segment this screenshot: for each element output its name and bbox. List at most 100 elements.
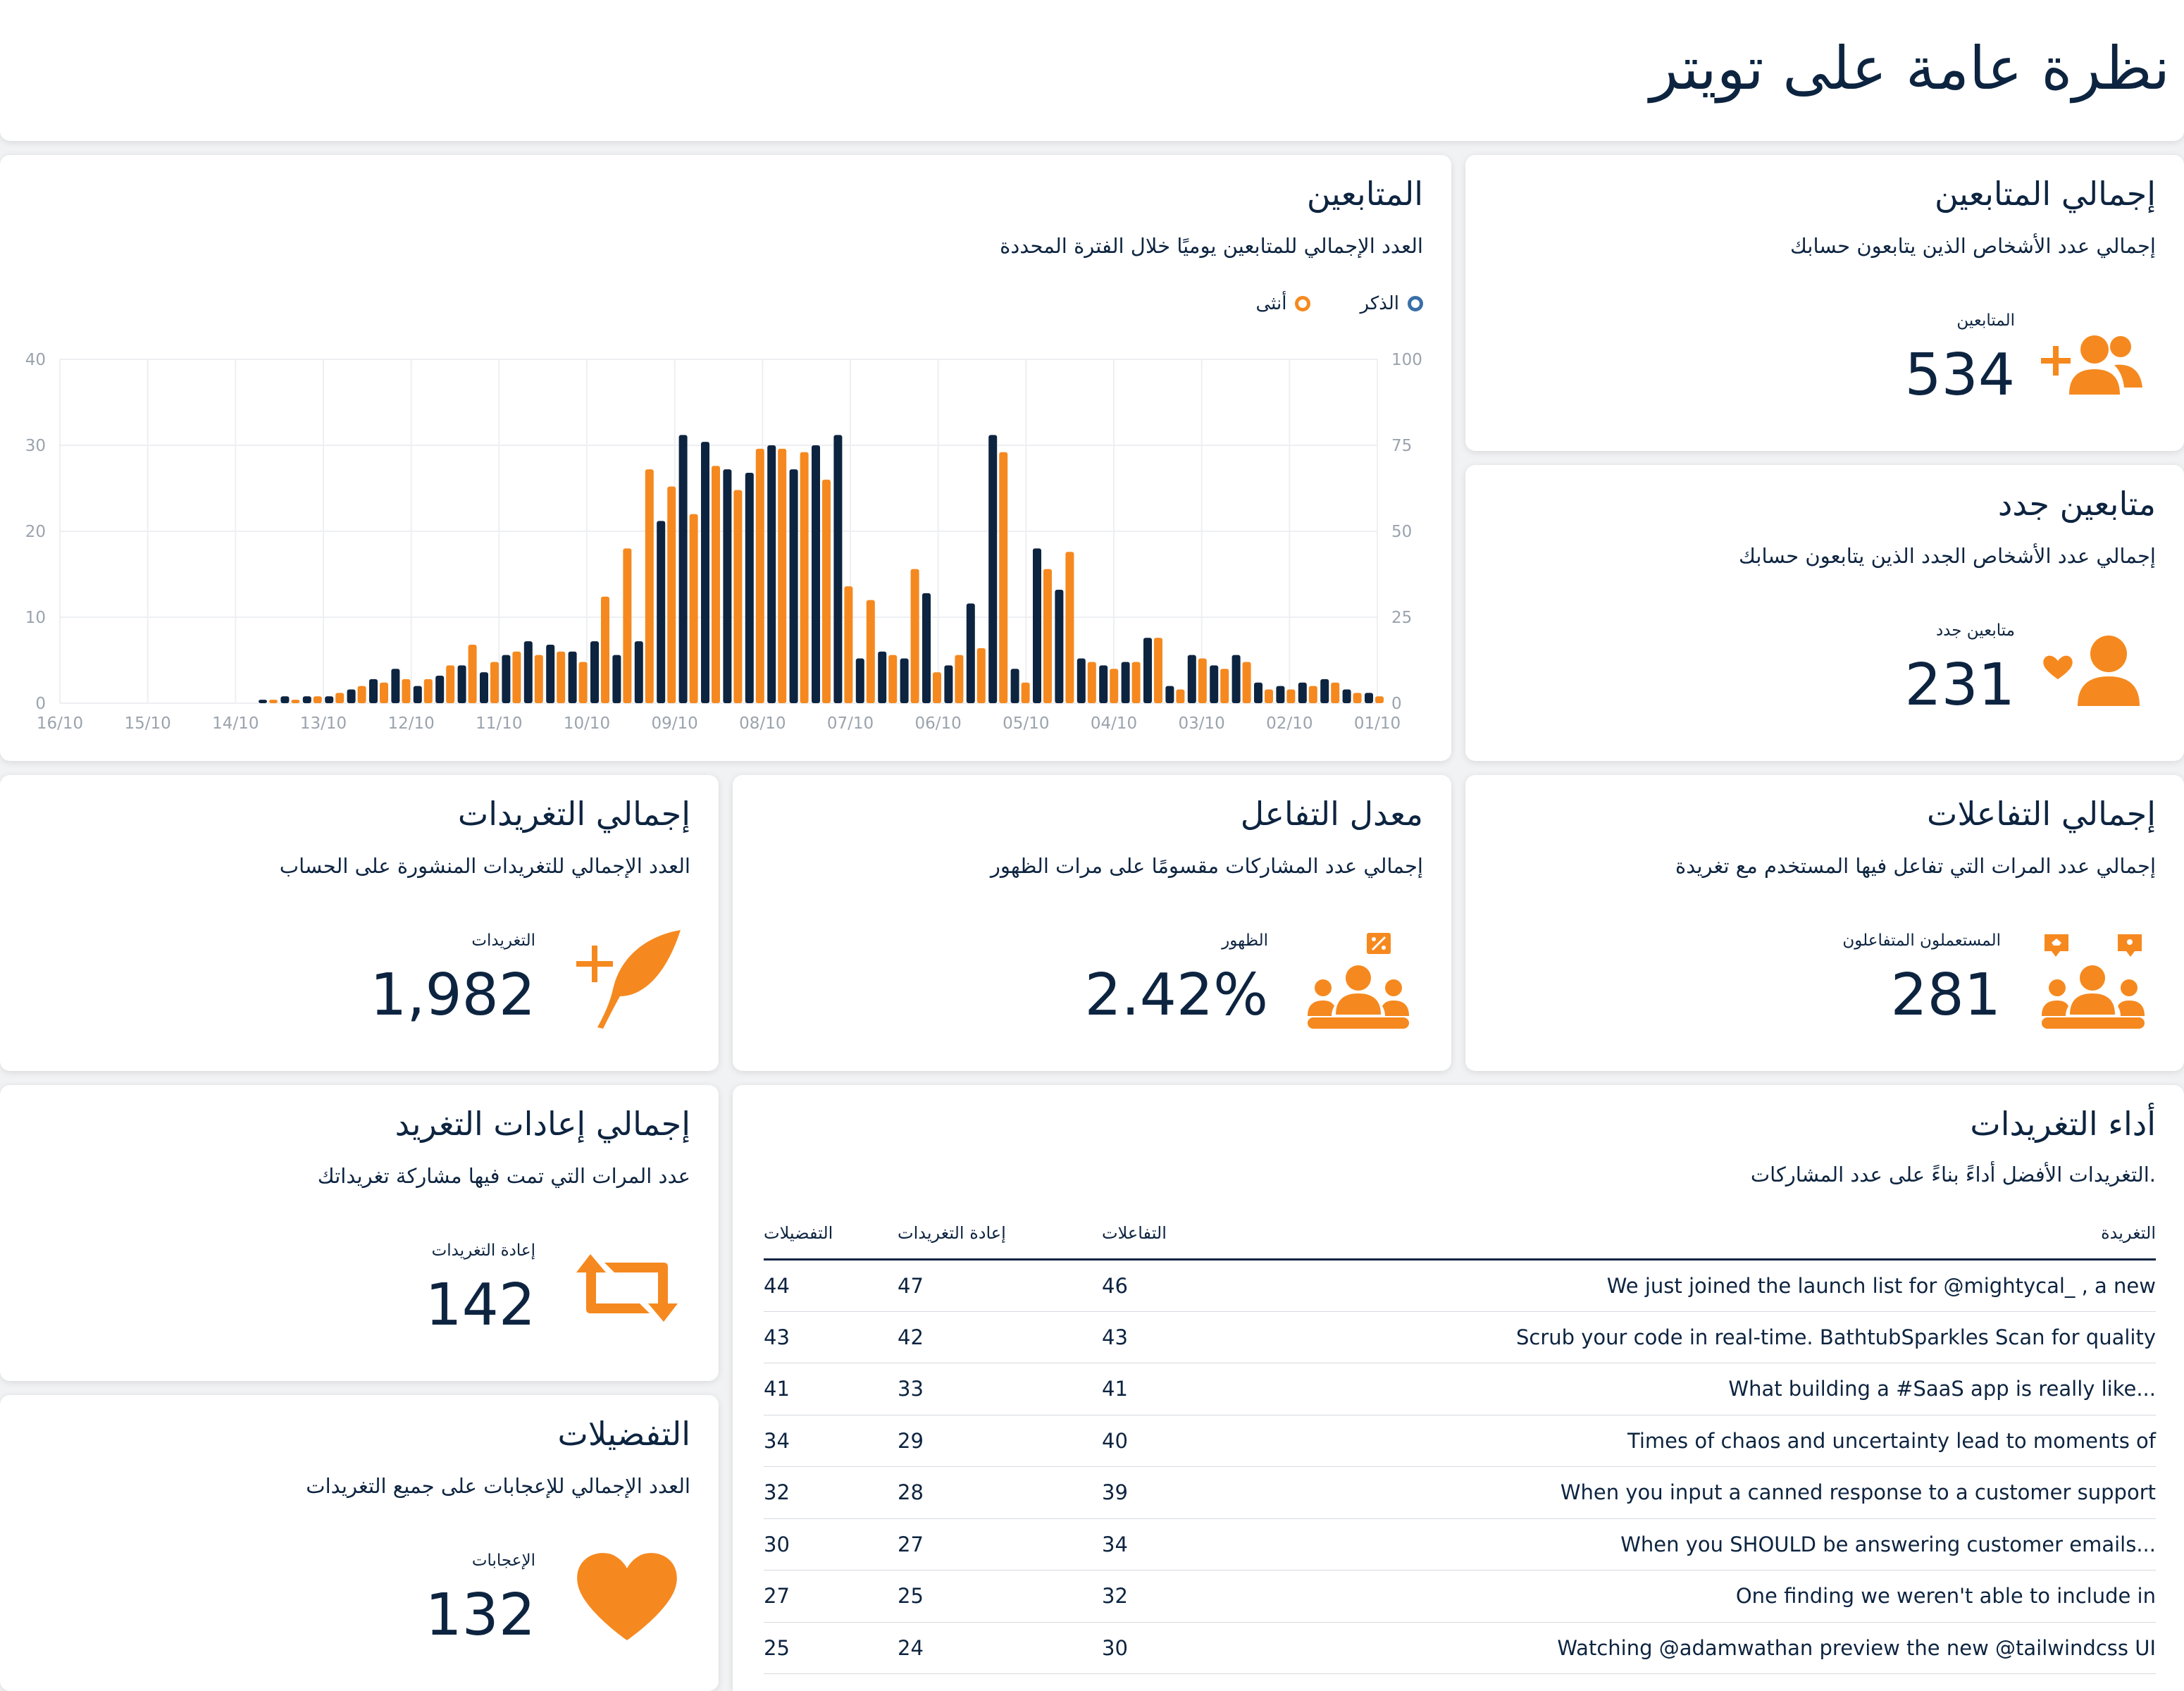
tweet-text: Scrub your code in real-time. BathtubSpa… (1306, 1311, 2156, 1363)
bar-male (789, 469, 798, 703)
bar-male (435, 675, 445, 703)
bar-female (335, 693, 345, 703)
bar-female (667, 486, 676, 703)
bar-male (1365, 693, 1373, 703)
table-row[interactable]: We just joined the launch list for @migh… (764, 1259, 2156, 1312)
bar-male (922, 593, 931, 703)
x-tick-label: 16/10 (37, 714, 83, 733)
table-row[interactable]: When you SHOULD be answering customer em… (764, 1518, 2156, 1571)
heart-icon (577, 1553, 677, 1640)
bar-female (888, 655, 898, 703)
favorites-count: 32 (764, 1466, 898, 1519)
bar-female (689, 514, 698, 703)
bar-male (546, 645, 555, 703)
bar-female (1353, 693, 1362, 703)
y-right-tick-label: 75 (1391, 437, 1412, 455)
interactions-count: 46 (1102, 1259, 1306, 1312)
favorites-count: 41 (764, 1363, 898, 1416)
bar-male (634, 641, 643, 703)
bar-male (878, 651, 887, 703)
bar-male (1121, 662, 1130, 703)
bar-female (601, 596, 609, 703)
x-tick-label: 06/10 (915, 714, 962, 733)
bar-female (557, 651, 566, 703)
x-tick-label: 01/10 (1354, 714, 1401, 733)
bar-male (657, 521, 666, 703)
bar-female (1286, 689, 1296, 703)
favorites-count: 30 (764, 1518, 898, 1571)
interactions-count: 39 (1102, 1466, 1306, 1519)
bar-male (523, 641, 533, 703)
bar-male (1143, 638, 1152, 703)
bar-male (1099, 665, 1108, 703)
bar-male (723, 469, 732, 703)
user-heart-icon (2043, 636, 2140, 706)
table-row[interactable]: Scrub your code in real-time. BathtubSpa… (764, 1311, 2156, 1363)
column-header-favorites[interactable]: التفضيلات (764, 1223, 898, 1260)
tweet-text: When you SHOULD be answering customer em… (1306, 1518, 2156, 1571)
bar-male (457, 665, 466, 703)
group-chat-icon (2042, 934, 2145, 1029)
new-followers-value: 231 (1904, 652, 2015, 719)
bar-female (645, 469, 654, 703)
followers-chart-card: المتابعين العدد الإجمالي للمتابعين يوميً… (0, 155, 1451, 761)
tweet-text: What building a #SaaS app is really like… (1306, 1363, 2156, 1416)
bar-female (402, 679, 411, 703)
tweet-performance-subtitle: .التغريدات الأفضل أداءً بناءً على عدد ال… (1750, 1163, 2156, 1187)
table-row[interactable]: When you input a canned response to a cu… (764, 1466, 2156, 1519)
bar-male (391, 669, 400, 703)
followers-bar-chart: 01/10 02/10 03/10 04/10 05/10 06/10 07/10 08/10… (25, 351, 1422, 733)
favorites-count: 44 (764, 1259, 898, 1312)
bar-male (767, 445, 776, 703)
bar-male (745, 473, 754, 703)
y-right-tick-label: 25 (1391, 609, 1412, 627)
retweets-count: 24 (898, 1622, 1102, 1674)
table-row[interactable]: What building a #SaaS app is really like… (764, 1363, 2156, 1416)
new-followers-label: متابعين جدد (1935, 621, 2015, 640)
bar-female (1065, 552, 1074, 703)
bar-male (502, 655, 511, 703)
bar-female (1265, 689, 1273, 703)
tweet-performance-card: أداء التغريدات .التغريدات الأفضل أداءً ب… (733, 1085, 2184, 1691)
interactions-count: 34 (1102, 1518, 1306, 1571)
bar-female (1375, 696, 1384, 703)
y-left-tick-label: 40 (25, 351, 46, 369)
favorites-count: 43 (764, 1311, 898, 1363)
total-tweets-value: 1,982 (370, 962, 535, 1029)
y-right-tick-label: 50 (1391, 523, 1412, 541)
bar-female (1131, 662, 1141, 703)
total-followers-card: إجمالي المتابعين إجمالي عدد الأشخاص الذي… (1465, 155, 2184, 451)
bar-male (302, 696, 311, 703)
bar-male (1210, 665, 1219, 703)
tweet-text: Times of chaos and uncertainty lead to m… (1306, 1415, 2156, 1467)
retweets-count: 47 (898, 1259, 1102, 1312)
column-header-tweet[interactable]: التغريدة (1306, 1223, 2156, 1260)
table-row[interactable]: One finding we weren't able to include i… (764, 1570, 2156, 1623)
bar-male (1342, 689, 1351, 703)
x-tick-label: 14/10 (212, 714, 259, 733)
total-tweets-subtitle: العدد الإجمالي للتغريدات المنشورة على ال… (279, 854, 690, 878)
bar-female (844, 586, 853, 703)
header-card: نظرة عامة على تويتر (0, 0, 2184, 141)
column-header-retweets[interactable]: إعادة التغريدات (898, 1223, 1102, 1260)
retweet-icon (576, 1254, 678, 1322)
user-plus-icon (2041, 335, 2142, 395)
tweet-performance-table-wrap: التغريدة التفاعلات إعادة التغريدات التفض… (764, 1223, 2156, 1674)
total-retweets-value: 142 (425, 1272, 535, 1339)
total-tweets-card: إجمالي التغريدات العدد الإجمالي للتغريدا… (0, 775, 719, 1071)
column-header-interactions[interactable]: التفاعلات (1102, 1223, 1306, 1260)
table-row[interactable]: Watching @adamwathan preview the new @ta… (764, 1622, 2156, 1674)
favorites-count: 27 (764, 1570, 898, 1623)
engagement-rate-label: الظهور (1222, 931, 1268, 950)
bar-male (701, 442, 709, 703)
table-row[interactable]: Times of chaos and uncertainty lead to m… (764, 1415, 2156, 1467)
bar-male (944, 665, 953, 703)
total-retweets-title: إجمالي إعادات التغريد (395, 1105, 690, 1143)
bar-male (413, 686, 422, 703)
new-followers-title: متابعين جدد (1997, 485, 2156, 523)
tweet-performance-title: أداء التغريدات (1970, 1105, 2156, 1143)
x-tick-label: 04/10 (1091, 714, 1137, 733)
bar-female (800, 452, 809, 703)
bar-female (1176, 689, 1185, 703)
favorites-count: 25 (764, 1622, 898, 1674)
